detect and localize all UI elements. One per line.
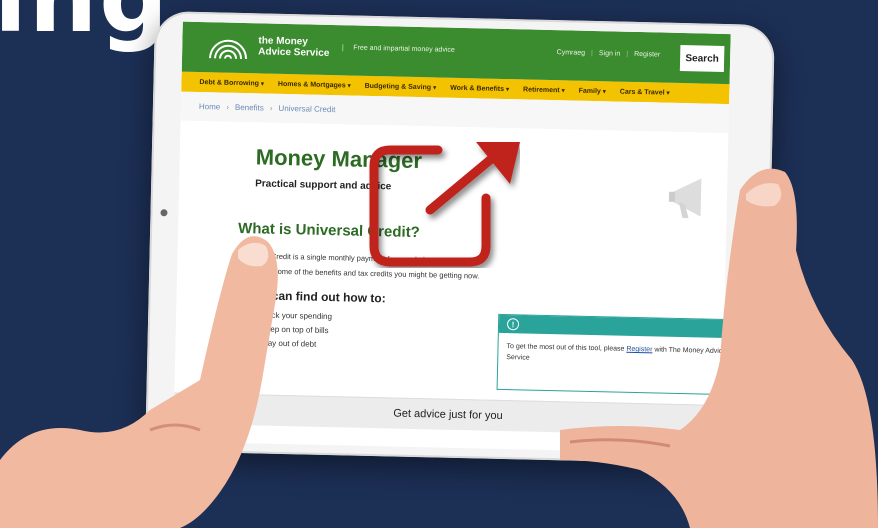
external-link-icon <box>369 142 520 267</box>
search-button[interactable]: Search <box>679 44 725 72</box>
nav-item-homes[interactable]: Homes & Mortgages ▾ <box>278 80 351 89</box>
chevron-down-icon: ▾ <box>602 88 606 95</box>
camera-dot <box>160 209 168 217</box>
site-tagline: Free and impartial money advice <box>342 44 455 54</box>
chevron-down-icon: ▾ <box>666 90 670 97</box>
breadcrumb-home[interactable]: Home <box>199 102 221 111</box>
chevron-down-icon: ▾ <box>347 82 351 89</box>
nav-item-cars[interactable]: Cars & Travel ▾ <box>620 88 670 96</box>
chevron-down-icon: ▾ <box>433 84 437 91</box>
link-register[interactable]: Register <box>634 51 660 59</box>
nav-item-budgeting[interactable]: Budgeting & Saving ▾ <box>365 82 437 91</box>
link-cymraeg[interactable]: Cymraeg <box>557 49 586 57</box>
breadcrumb-benefits[interactable]: Benefits <box>235 103 264 113</box>
exclamation-icon: ! <box>506 318 520 331</box>
nav-item-retirement[interactable]: Retirement ▾ <box>523 86 565 94</box>
chevron-down-icon: ▾ <box>561 87 565 94</box>
left-hand <box>0 236 278 528</box>
chevron-down-icon: ▾ <box>505 86 510 93</box>
nav-item-debt[interactable]: Debt & Borrowing ▾ <box>199 79 264 87</box>
right-hand <box>560 168 878 528</box>
logo-arcs-icon <box>209 39 248 60</box>
link-sign-in[interactable]: Sign in <box>599 50 621 57</box>
breadcrumb-universal-credit: Universal Credit <box>278 103 336 115</box>
nav-item-family[interactable]: Family ▾ <box>579 87 606 95</box>
background-heading: ing <box>0 0 170 54</box>
nav-item-work[interactable]: Work & Benefits ▾ <box>450 84 509 92</box>
site-logo[interactable]: the Money Advice Service <box>258 35 330 59</box>
logo-line-2: Advice Service <box>258 46 330 59</box>
top-links: Cymraeg | Sign in | Register <box>556 49 661 59</box>
chevron-down-icon: ▾ <box>260 80 265 88</box>
